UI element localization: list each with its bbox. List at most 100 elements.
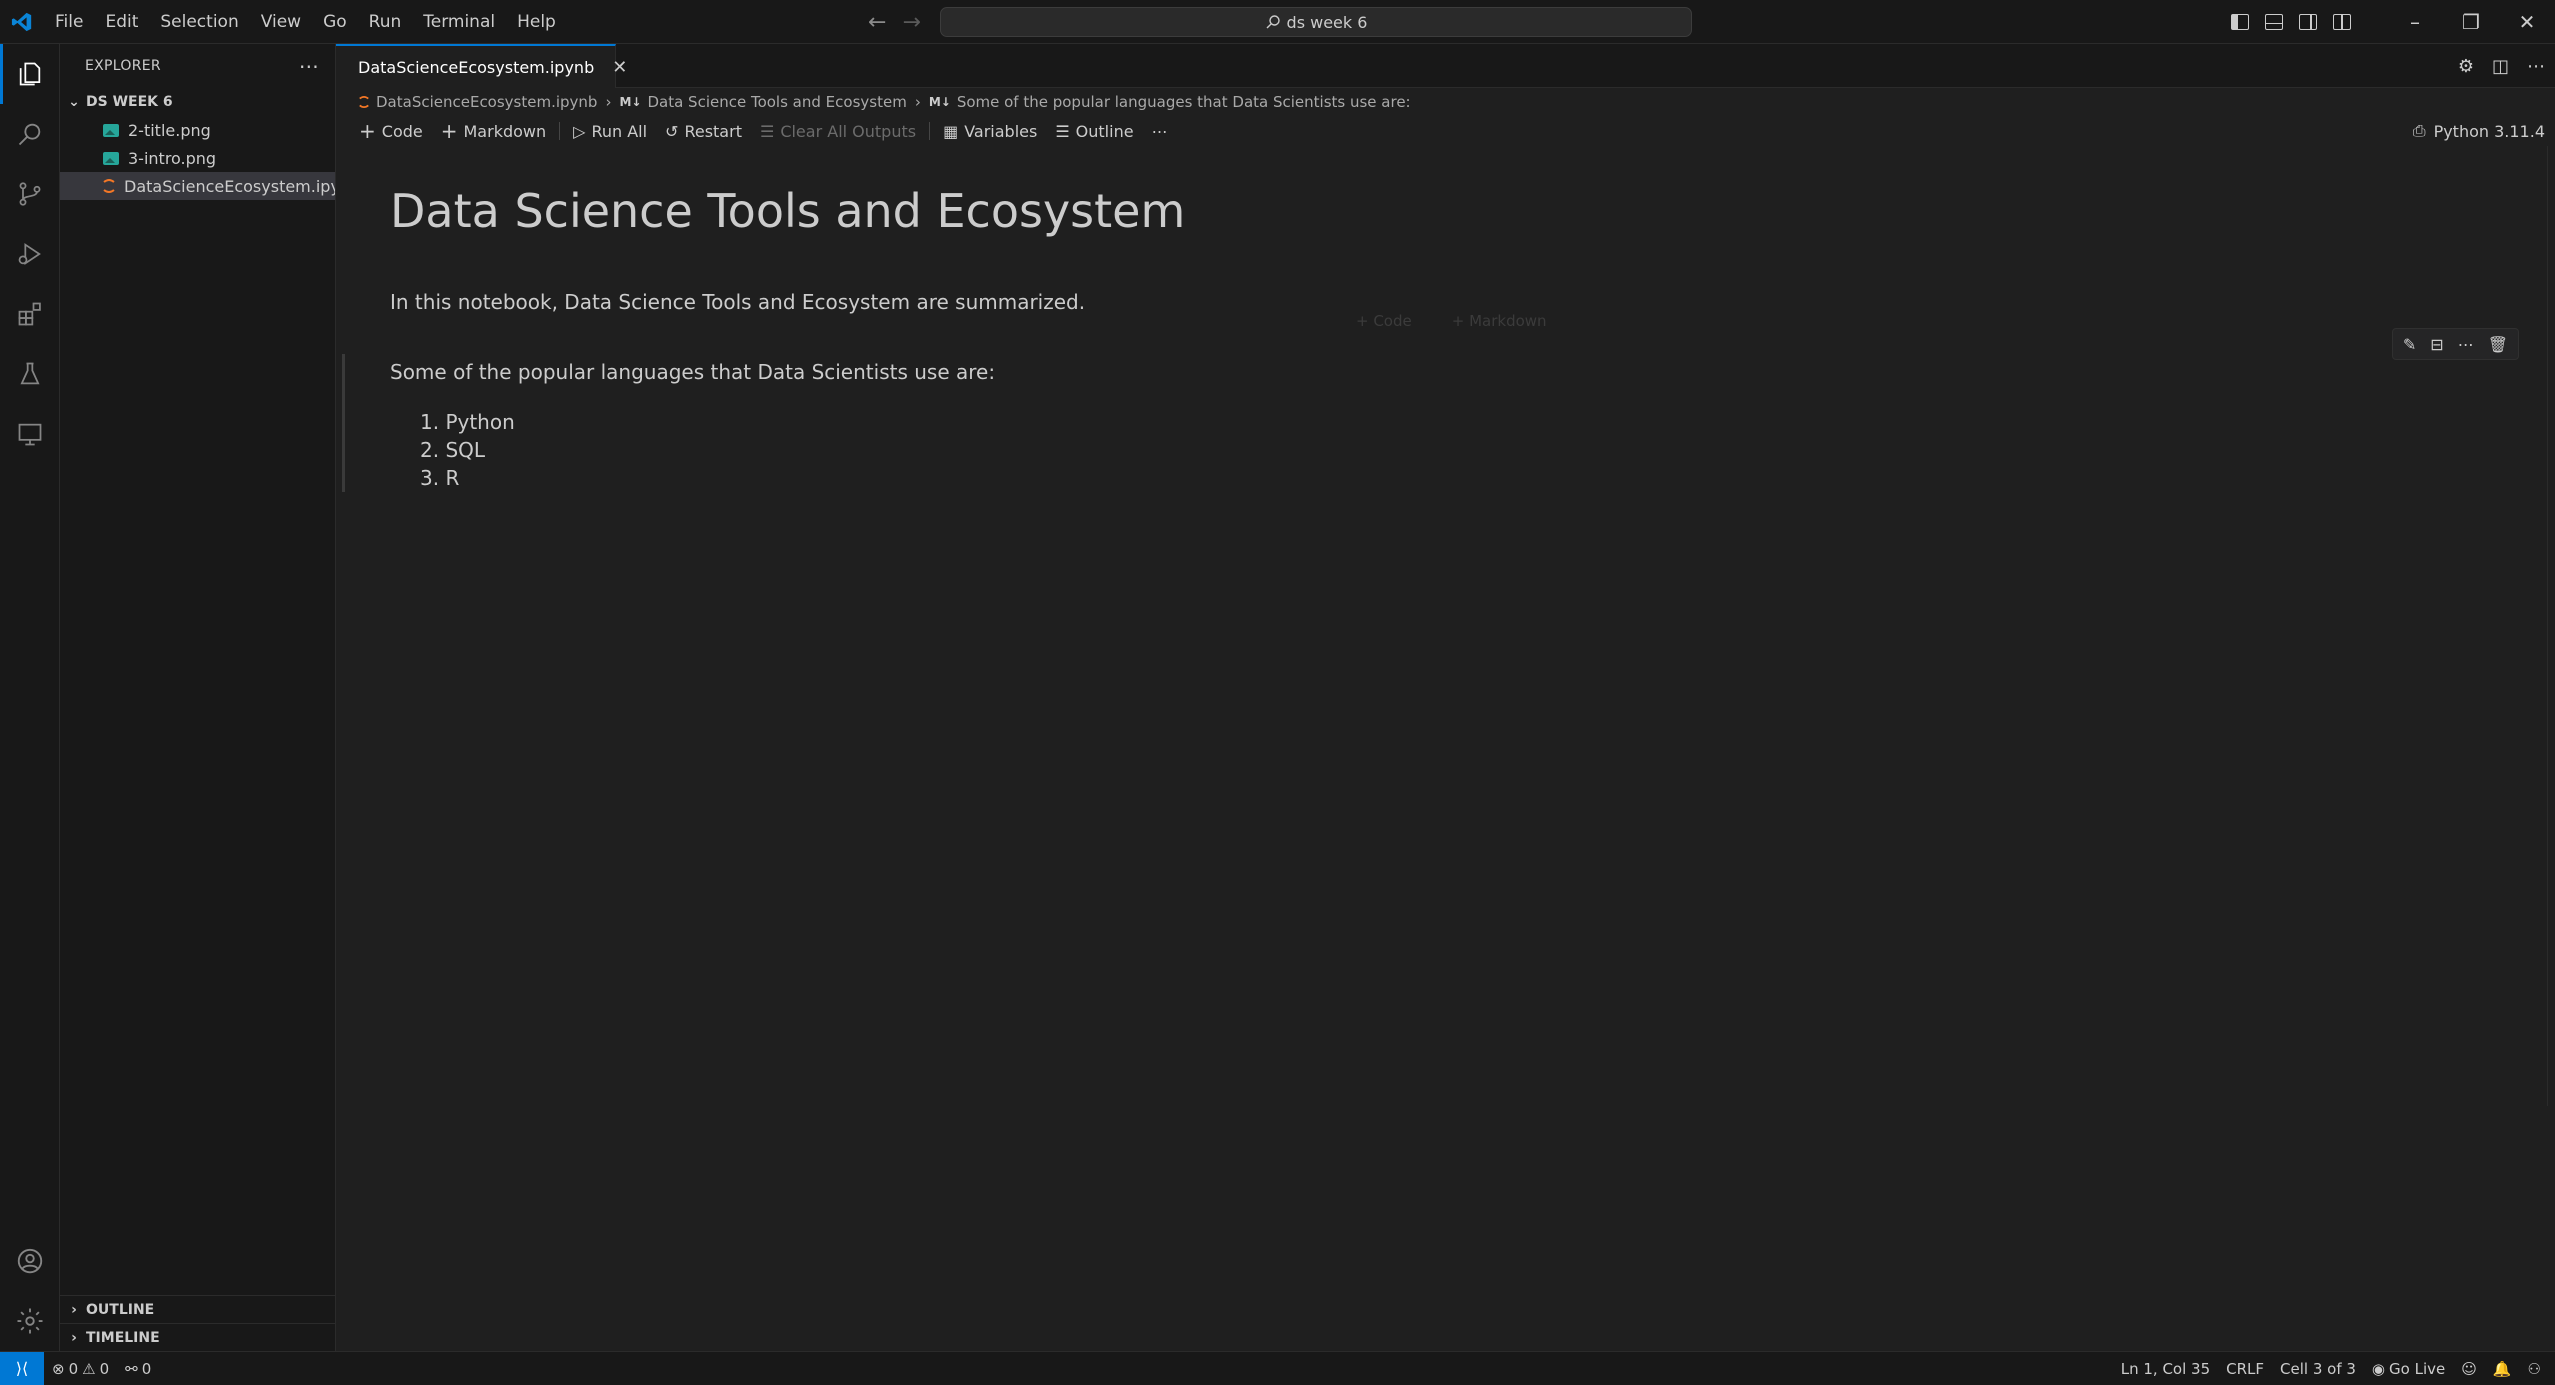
outline-list-icon: ☰ [1055, 121, 1070, 141]
editor-actions: ⚙ ◫ ⋯ [2458, 44, 2545, 88]
clear-outputs-icon: ☰ [759, 121, 775, 141]
copilot-icon[interactable]: ☺ [2453, 1352, 2485, 1385]
cell-focus-indicator [342, 354, 345, 492]
kernel-picker[interactable]: ⎙ Python 3.11.4 [2413, 116, 2545, 146]
toggle-panel-icon[interactable] [2265, 14, 2283, 30]
problems-indicator[interactable]: ⊗ 0 ⚠ 0 [44, 1352, 117, 1385]
clear-all-outputs-button[interactable]: ☰ Clear All Outputs [751, 116, 925, 146]
go-live-button[interactable]: ◉ Go Live [2364, 1352, 2453, 1385]
more-cell-actions-icon[interactable]: ⋯ [2458, 335, 2474, 354]
notifications-bell-icon[interactable]: 🔔 [2485, 1352, 2520, 1385]
file-item-2-title[interactable]: 2-title.png [60, 116, 335, 144]
variables-icon: ▦ [943, 121, 959, 141]
toolbar-divider [929, 122, 931, 140]
restart-icon: ↺ [665, 121, 679, 141]
remote-explorer-icon[interactable] [0, 404, 60, 464]
menu-edit[interactable]: Edit [94, 0, 149, 44]
clear-label: Clear All Outputs [780, 121, 917, 141]
notebook-icon [359, 96, 369, 108]
more-actions-icon[interactable]: ⋯ [299, 54, 319, 78]
vertical-scrollbar[interactable] [2547, 146, 2555, 1106]
folder-header[interactable]: ⌄ DS WEEK 6 [60, 88, 335, 116]
extensions-icon[interactable] [0, 284, 60, 344]
plus-icon: + [359, 119, 376, 143]
menu-help[interactable]: Help [506, 0, 567, 44]
vscode-logo-icon[interactable] [0, 0, 44, 44]
menu-view[interactable]: View [250, 0, 312, 44]
menu-run[interactable]: Run [358, 0, 413, 44]
chevron-right-icon: › [605, 93, 612, 111]
forward-arrow-icon[interactable]: → [902, 10, 920, 35]
chevron-right-icon: › [914, 93, 921, 111]
back-arrow-icon[interactable]: ← [868, 10, 886, 35]
search-icon[interactable] [0, 104, 60, 164]
folder-name: DS WEEK 6 [86, 94, 173, 110]
edit-pencil-icon[interactable]: ✎ [2403, 335, 2416, 354]
file-item-notebook[interactable]: DataScienceEcosystem.ipy... [60, 172, 335, 200]
accounts-icon[interactable] [0, 1231, 60, 1291]
testing-icon[interactable] [0, 344, 60, 404]
end-of-line[interactable]: CRLF [2218, 1352, 2272, 1385]
outline-section[interactable]: › OUTLINE [60, 1295, 335, 1323]
markdown-icon: M↓ [928, 95, 951, 109]
outline-label: Outline [1075, 121, 1134, 141]
timeline-section[interactable]: › TIMELINE [60, 1323, 335, 1351]
insert-code-hint[interactable]: + Code [1356, 312, 1412, 330]
variables-label: Variables [964, 121, 1038, 141]
cell-indicator[interactable]: Cell 3 of 3 [2272, 1352, 2364, 1385]
cursor-position[interactable]: Ln 1, Col 35 [2113, 1352, 2218, 1385]
more-actions-icon[interactable]: ⋯ [2527, 56, 2545, 77]
outline-button[interactable]: ☰ Outline [1046, 116, 1142, 146]
add-code-cell-button[interactable]: + Code [350, 116, 432, 146]
variables-button[interactable]: ▦ Variables [934, 116, 1046, 146]
file-item-3-intro[interactable]: 3-intro.png [60, 144, 335, 172]
toggle-secondary-sidebar-icon[interactable] [2299, 14, 2317, 30]
outline-label: OUTLINE [86, 1301, 155, 1318]
split-editor-icon[interactable]: ◫ [2492, 56, 2509, 77]
run-all-button[interactable]: ▷ Run All [564, 116, 656, 146]
list-item: 1. Python [420, 410, 515, 434]
kernel-label: Python 3.11.4 [2433, 121, 2545, 141]
notebook-heading: Data Science Tools and Ecosystem [390, 184, 1186, 238]
ports-indicator[interactable]: ⚯ 0 [117, 1352, 159, 1385]
explorer-icon[interactable] [0, 44, 60, 104]
feedback-icon[interactable]: ⚇ [2520, 1352, 2549, 1385]
markdown-icon: M↓ [619, 95, 642, 109]
command-center-search[interactable]: ds week 6 [940, 7, 1692, 37]
toggle-primary-sidebar-icon[interactable] [2231, 14, 2249, 30]
tab-notebook[interactable]: DataScienceEcosystem.ipynb ✕ [336, 44, 627, 88]
search-icon [1266, 15, 1280, 29]
error-icon: ⊗ [52, 1359, 65, 1378]
insert-markdown-hint[interactable]: + Markdown [1452, 312, 1547, 330]
menu-terminal[interactable]: Terminal [412, 0, 506, 44]
menu-file[interactable]: File [44, 0, 94, 44]
minimize-icon[interactable]: – [2387, 0, 2443, 44]
more-toolbar-actions-button[interactable]: ⋯ [1143, 116, 1177, 146]
menu-selection[interactable]: Selection [149, 0, 249, 44]
breadcrumb-section-1[interactable]: Data Science Tools and Ecosystem [647, 93, 906, 111]
editor-tabs: DataScienceEcosystem.ipynb ✕ ⚙ ◫ ⋯ [336, 44, 2555, 88]
image-icon [103, 123, 119, 137]
split-cell-icon[interactable]: ⊟ [2430, 335, 2443, 354]
warning-icon: ⚠ [82, 1359, 96, 1378]
remote-indicator-icon[interactable]: ⟩⟨ [0, 1351, 44, 1385]
menu-go[interactable]: Go [312, 0, 358, 44]
status-bar: ⟩⟨ ⊗ 0 ⚠ 0 ⚯ 0 Ln 1, Col 35 CRLF Cell 3 … [0, 1351, 2555, 1385]
breadcrumb-file[interactable]: DataScienceEcosystem.ipynb [376, 93, 597, 111]
source-control-icon[interactable] [0, 164, 60, 224]
customize-layout-icon[interactable] [2333, 14, 2351, 30]
breadcrumb-section-2[interactable]: Some of the popular languages that Data … [957, 93, 1411, 111]
restore-icon[interactable]: ❐ [2443, 0, 2499, 44]
close-tab-icon[interactable]: ✕ [612, 57, 627, 78]
restart-button[interactable]: ↺ Restart [656, 116, 751, 146]
play-icon: ▷ [573, 121, 586, 141]
close-window-icon[interactable]: ✕ [2499, 0, 2555, 44]
command-center-text: ds week 6 [1286, 12, 1368, 32]
manage-gear-icon[interactable] [0, 1291, 60, 1351]
ports-count: 0 [141, 1359, 152, 1378]
run-debug-icon[interactable] [0, 224, 60, 284]
settings-gear-icon[interactable]: ⚙ [2458, 56, 2474, 77]
add-markdown-cell-button[interactable]: + Markdown [432, 116, 555, 146]
delete-trash-icon[interactable]: 🗑 [2488, 335, 2508, 354]
file-name: 3-intro.png [128, 148, 217, 168]
